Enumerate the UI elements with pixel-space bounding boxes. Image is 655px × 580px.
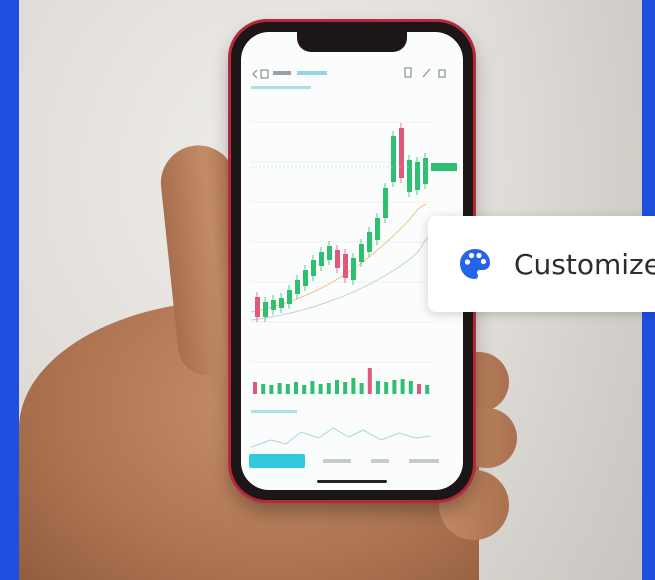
customize-button[interactable]: Customize — [428, 216, 655, 312]
volume-bar — [318, 384, 323, 394]
volume-bar — [335, 380, 339, 394]
candle-body — [399, 128, 404, 178]
candle-body — [375, 218, 380, 240]
volume-bar — [376, 381, 380, 394]
period-selector[interactable] — [409, 459, 439, 463]
volume-bar — [261, 384, 266, 394]
indicator-line — [250, 427, 432, 448]
moving-average-2 — [250, 236, 430, 321]
volume-bar — [285, 384, 290, 394]
candle-body — [255, 297, 260, 317]
volume-bar — [392, 380, 397, 394]
candle-body — [287, 290, 292, 304]
share-icon[interactable] — [404, 67, 412, 78]
candle-body — [351, 258, 356, 280]
candle-body — [391, 136, 396, 182]
interval-selector[interactable] — [371, 459, 389, 463]
candle-body — [311, 260, 316, 276]
volume-bar — [359, 383, 364, 394]
phone-notch — [297, 32, 407, 52]
more-icon[interactable] — [438, 69, 446, 78]
volume-bar — [351, 378, 356, 394]
candle-body — [383, 188, 388, 218]
candle-body — [327, 246, 332, 260]
volume-bar — [326, 383, 331, 394]
candle-body — [367, 232, 372, 252]
indicator-placeholder — [251, 86, 311, 89]
volume-bar — [417, 384, 421, 394]
candle-body — [271, 300, 276, 310]
volume-bar — [425, 385, 430, 394]
menu-icon[interactable] — [260, 69, 269, 79]
back-icon[interactable] — [252, 69, 258, 79]
volume-bar — [367, 368, 372, 394]
volume-bar — [294, 382, 298, 394]
indicator-label-placeholder — [251, 410, 297, 413]
volume-bar — [384, 382, 389, 394]
last-price-tag — [431, 163, 457, 171]
candle-body — [415, 162, 420, 190]
trade-button[interactable] — [249, 454, 305, 468]
volume-series — [253, 368, 430, 394]
ticker-placeholder — [273, 71, 291, 75]
candle-body — [279, 298, 284, 308]
price-placeholder — [297, 71, 327, 75]
volume-bar — [253, 382, 257, 394]
candle-body — [343, 254, 348, 278]
volume-bar — [302, 385, 307, 394]
candle-body — [319, 252, 324, 266]
volume-bar — [343, 382, 348, 394]
candle-body — [335, 250, 340, 268]
candle-body — [295, 280, 300, 294]
volume-bar — [408, 381, 413, 394]
edit-icon[interactable] — [422, 68, 431, 78]
range-selector[interactable] — [323, 459, 351, 463]
customize-label: Customize — [514, 247, 655, 281]
candle-body — [263, 302, 268, 317]
volume-bar — [269, 385, 274, 394]
candle-body — [407, 160, 412, 192]
palette-icon — [460, 249, 490, 279]
candle-body — [423, 158, 428, 184]
home-indicator — [317, 480, 387, 483]
candlestick-series — [255, 123, 428, 322]
candle-body — [303, 270, 308, 286]
volume-bar — [400, 379, 405, 394]
volume-bar — [310, 381, 315, 394]
candle-body — [359, 244, 364, 262]
volume-bar — [277, 383, 282, 394]
